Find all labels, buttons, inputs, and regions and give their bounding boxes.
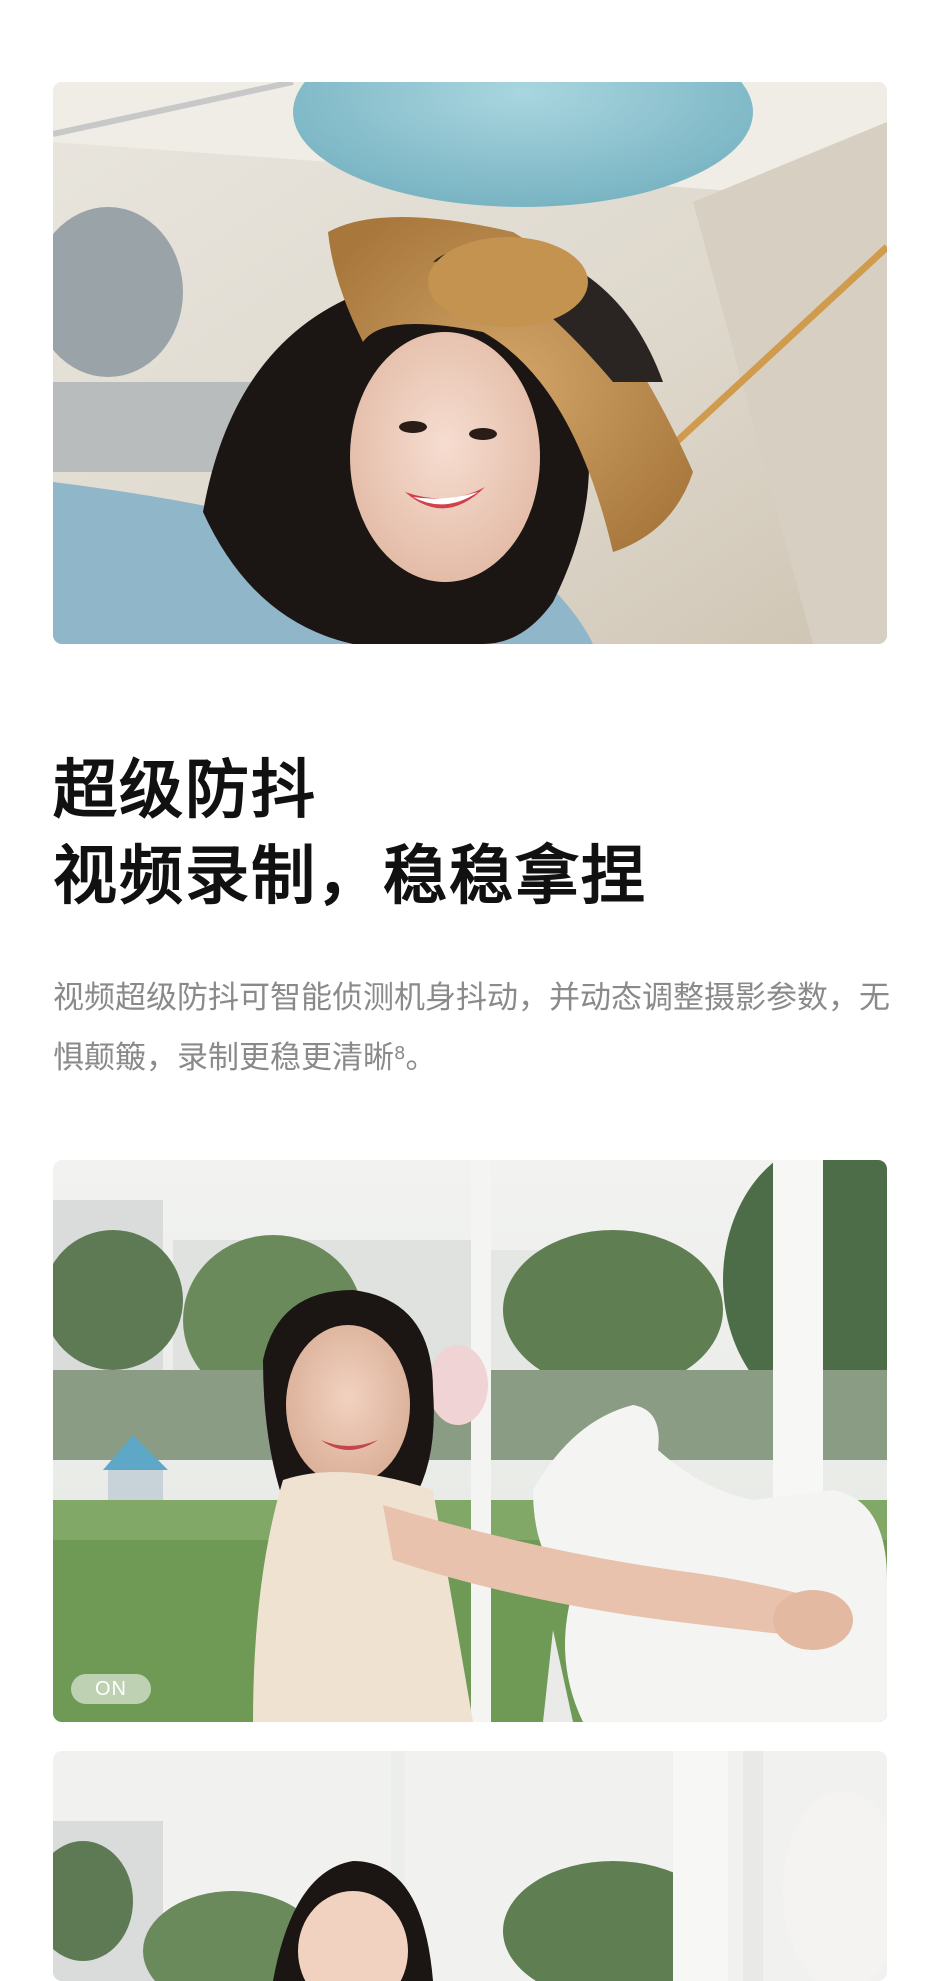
stabilization-on-badge: ON xyxy=(71,1674,151,1704)
feature-headline: 超级防抖 视频录制，稳稳拿捏 xyxy=(53,748,647,920)
feature-description: 视频超级防抖可智能侦测机身抖动，并动态调整摄影参数，无惧颠簸，录制更稳更清晰8。 xyxy=(53,968,893,1088)
description-text: 视频超级防抖可智能侦测机身抖动，并动态调整摄影参数，无惧颠簸，录制更稳更清晰 xyxy=(53,980,890,1076)
description-end: 。 xyxy=(405,1040,437,1076)
headline-line-1: 超级防抖 xyxy=(53,754,317,828)
footnote-marker: 8 xyxy=(394,1043,406,1064)
headline-line-2: 视频录制，稳稳拿捏 xyxy=(53,840,647,914)
stabilization-off-photo xyxy=(53,1751,887,1981)
selfie-photo xyxy=(53,82,887,644)
stabilization-on-photo: ON xyxy=(53,1160,887,1722)
